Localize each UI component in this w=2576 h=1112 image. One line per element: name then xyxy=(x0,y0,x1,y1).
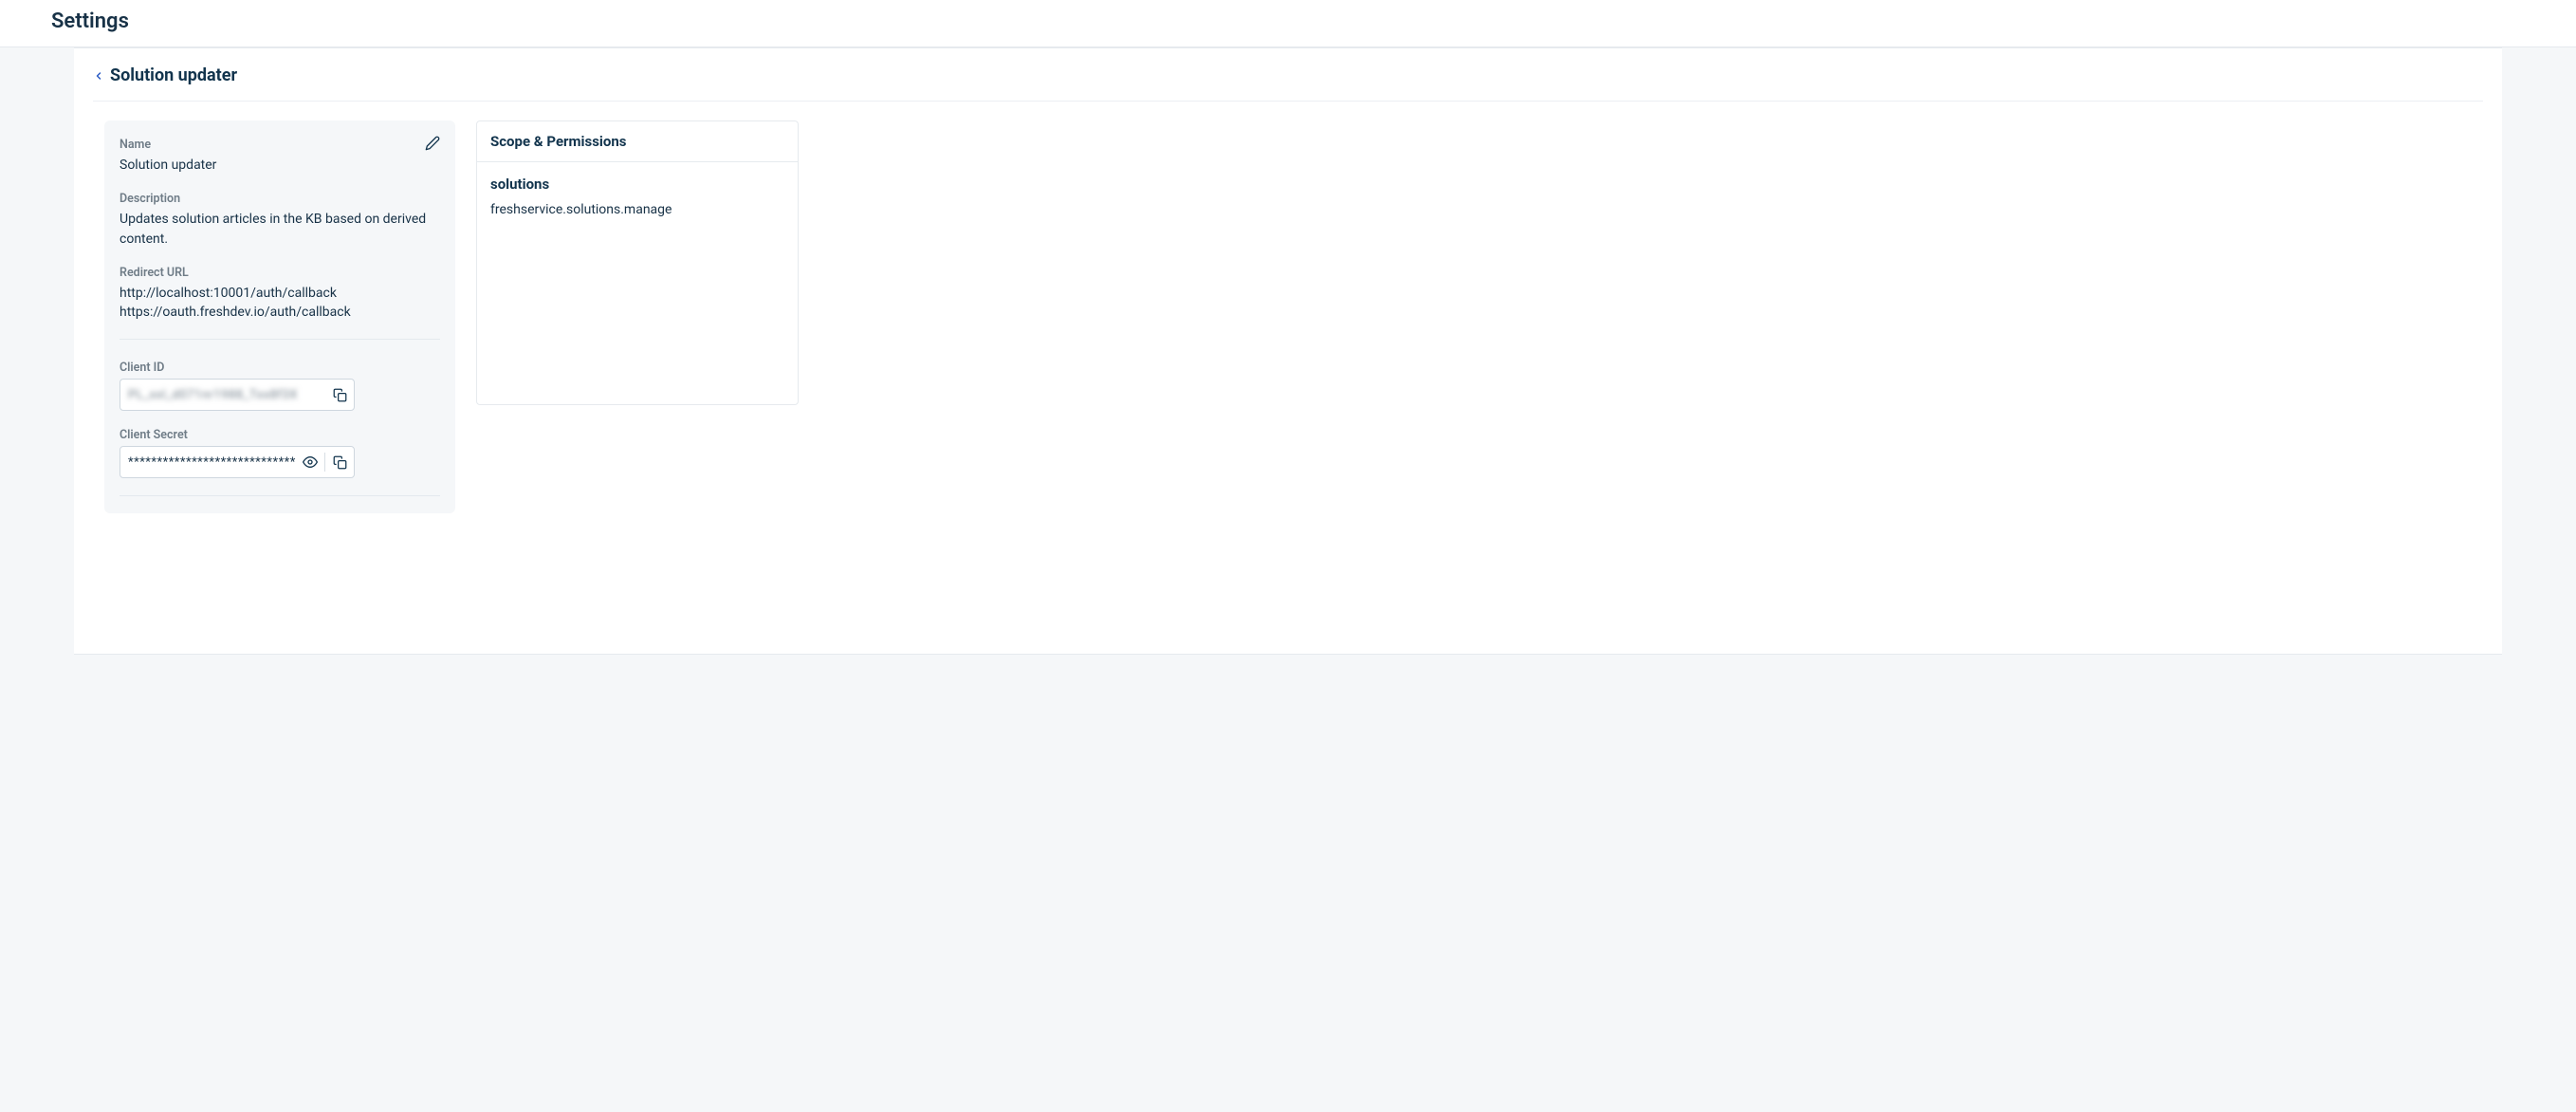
client-id-label: Client ID xyxy=(120,361,440,375)
permissions-panel: Scope & Permissions solutions freshservi… xyxy=(476,120,799,405)
page-title: Settings xyxy=(51,9,2525,33)
client-secret-field: Client Secret **************************… xyxy=(120,428,440,478)
details-panel: Name Solution updater Description Update… xyxy=(104,120,455,513)
settings-header: Settings xyxy=(0,0,2576,47)
description-label: Description xyxy=(120,192,440,206)
redirect-url-field: Redirect URL http://localhost:10001/auth… xyxy=(120,266,440,323)
redirect-url-value-2: https://oauth.freshdev.io/auth/callback xyxy=(120,303,440,322)
scope-group: solutions xyxy=(490,176,784,193)
copy-client-secret-button[interactable] xyxy=(325,447,354,477)
client-secret-input: ******************************* xyxy=(120,446,355,478)
name-value: Solution updater xyxy=(120,156,440,175)
divider xyxy=(120,495,440,496)
main-card: Solution updater Name Solution updater D… xyxy=(74,47,2502,655)
chevron-left-icon xyxy=(93,69,104,83)
name-label: Name xyxy=(120,138,440,152)
redirect-url-label: Redirect URL xyxy=(120,266,440,280)
client-id-field: Client ID PL_xxl_d071nr1988_Txx8f3X xyxy=(120,361,440,411)
reveal-secret-button[interactable] xyxy=(296,447,324,477)
edit-button[interactable] xyxy=(421,132,444,155)
permissions-panel-title: Scope & Permissions xyxy=(477,121,798,162)
client-id-input: PL_xxl_d071nr1988_Txx8f3X xyxy=(120,379,355,411)
description-field: Description Updates solution articles in… xyxy=(120,192,440,249)
eye-icon xyxy=(303,454,318,470)
client-secret-label: Client Secret xyxy=(120,428,440,442)
page-body: Solution updater Name Solution updater D… xyxy=(0,47,2576,655)
breadcrumb: Solution updater xyxy=(93,65,2483,102)
breadcrumb-title: Solution updater xyxy=(110,65,237,85)
content-columns: Name Solution updater Description Update… xyxy=(93,120,2483,513)
copy-icon xyxy=(333,388,347,402)
back-button[interactable] xyxy=(93,69,104,83)
client-secret-value: ******************************* xyxy=(120,447,296,477)
name-field: Name Solution updater xyxy=(120,138,440,175)
pencil-icon xyxy=(425,136,440,151)
permissions-panel-body: solutions freshservice.solutions.manage xyxy=(477,162,798,231)
client-id-value: PL_xxl_d071nr1988_Txx8f3X xyxy=(120,380,325,410)
scope-item: freshservice.solutions.manage xyxy=(490,202,784,217)
description-value: Updates solution articles in the KB base… xyxy=(120,210,440,249)
redirect-url-value-1: http://localhost:10001/auth/callback xyxy=(120,284,440,303)
copy-icon xyxy=(333,455,347,470)
divider xyxy=(120,339,440,340)
copy-client-id-button[interactable] xyxy=(325,380,354,410)
